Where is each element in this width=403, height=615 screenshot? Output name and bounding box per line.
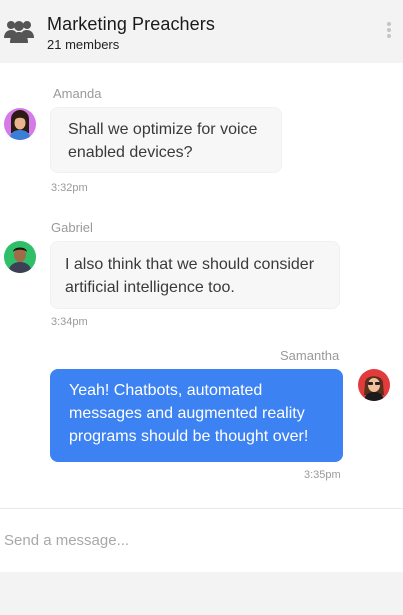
message-text: Shall we optimize for voice enabled devi… bbox=[68, 121, 258, 161]
message-time: 3:32pm bbox=[51, 182, 88, 194]
message-author: Gabriel bbox=[51, 220, 93, 235]
message-time: 3:34pm bbox=[51, 316, 88, 328]
chat-title: Marketing Preachers bbox=[47, 14, 215, 34]
chat-header: Marketing Preachers 21 members bbox=[0, 0, 403, 63]
message-composer bbox=[0, 508, 403, 572]
message-text: Yeah! Chatbots, automated messages and a… bbox=[69, 382, 309, 445]
avatar-amanda bbox=[4, 108, 36, 140]
message-bubble: Shall we optimize for voice enabled devi… bbox=[50, 107, 282, 173]
message-time: 3:35pm bbox=[304, 469, 341, 481]
chat-window: Marketing Preachers 21 members Amanda Sh… bbox=[0, 0, 403, 572]
more-vertical-icon[interactable] bbox=[386, 22, 392, 40]
message-text: I also think that we should consider art… bbox=[65, 256, 315, 296]
message-bubble-outgoing: Yeah! Chatbots, automated messages and a… bbox=[50, 369, 343, 462]
message-author: Samantha bbox=[280, 348, 340, 363]
member-count: 21 members bbox=[47, 37, 120, 52]
message-input[interactable] bbox=[4, 529, 384, 551]
message-author: Amanda bbox=[53, 86, 102, 101]
message-bubble: I also think that we should consider art… bbox=[50, 241, 340, 309]
avatar-samantha bbox=[358, 369, 390, 401]
group-icon bbox=[4, 21, 34, 43]
avatar-gabriel bbox=[4, 241, 36, 273]
